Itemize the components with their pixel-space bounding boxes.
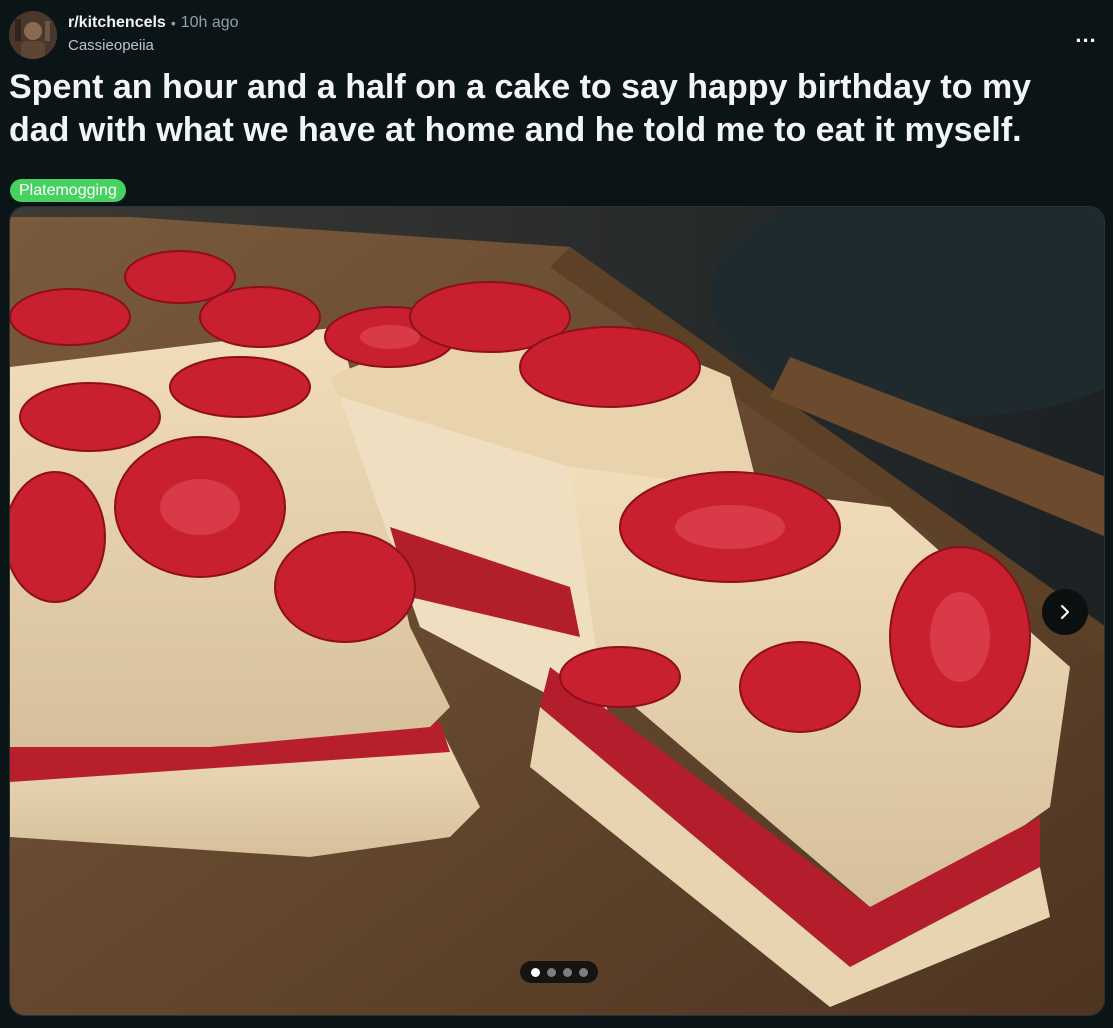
post-time: 10h ago — [180, 14, 239, 31]
cake-photo — [10, 207, 1104, 1015]
post-media-gallery[interactable] — [9, 206, 1105, 1016]
carousel-dot-3[interactable] — [562, 967, 572, 977]
post-flair[interactable]: Platemogging — [10, 179, 126, 202]
carousel-dot-2[interactable] — [546, 967, 556, 977]
carousel-dot-4[interactable] — [578, 967, 588, 977]
meta-separator: • — [170, 15, 176, 31]
subreddit-link[interactable]: r/kitchencels — [68, 15, 166, 31]
post-meta: r/kitchencels • 10h ago Cassieopeiia — [68, 12, 239, 54]
next-image-button[interactable] — [1042, 589, 1088, 635]
carousel-indicator — [520, 961, 598, 983]
carousel-dot-1[interactable] — [530, 967, 540, 977]
more-options-icon: ... — [1075, 22, 1097, 47]
post: r/kitchencels • 10h ago Cassieopeiia ...… — [0, 0, 1113, 1028]
author-link[interactable]: Cassieopeiia — [68, 38, 239, 53]
post-title[interactable]: Spent an hour and a half on a cake to sa… — [9, 66, 1089, 152]
subreddit-avatar[interactable] — [9, 11, 57, 59]
chevron-right-icon — [1061, 605, 1069, 619]
meta-row: r/kitchencels • 10h ago — [68, 12, 239, 34]
avatar-image — [9, 11, 57, 59]
more-options-button[interactable]: ... — [1071, 20, 1101, 50]
